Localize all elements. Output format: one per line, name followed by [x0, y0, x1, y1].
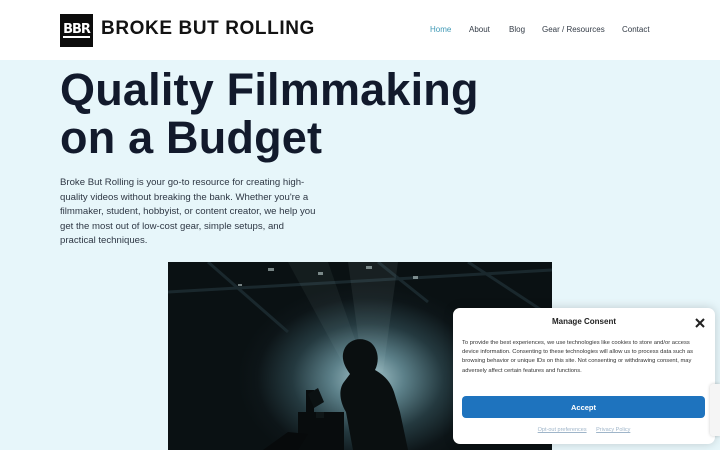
hero-title-line-1: Quality Filmmaking	[60, 64, 479, 115]
recaptcha-badge[interactable]	[710, 384, 720, 436]
consent-dialog: Manage Consent To provide the best exper…	[453, 308, 715, 444]
site-header: BBR BROKE BUT ROLLING Home About Blog Ge…	[0, 0, 720, 60]
consent-title: Manage Consent	[551, 317, 616, 326]
opt-out-link[interactable]: Opt-out preferences	[538, 427, 587, 433]
privacy-policy-link[interactable]: Privacy Policy	[596, 427, 630, 433]
nav-contact[interactable]: Contact	[622, 25, 650, 34]
close-icon[interactable]	[694, 316, 706, 328]
consent-links: Opt-out preferences Privacy Policy	[453, 427, 715, 433]
main-nav: Home About Blog Gear / Resources Contact	[0, 25, 720, 39]
hero-description: Broke But Rolling is your go-to resource…	[60, 177, 316, 246]
nav-blog[interactable]: Blog	[509, 25, 525, 34]
hero-title: Quality Filmmaking on a Budget	[60, 66, 530, 162]
nav-about[interactable]: About	[469, 25, 490, 34]
nav-home[interactable]: Home	[430, 25, 451, 34]
accept-button[interactable]: Accept	[462, 396, 705, 418]
consent-body: To provide the best experiences, we use …	[462, 340, 694, 374]
hero-title-line-2: on a Budget	[60, 112, 323, 163]
nav-gear-resources[interactable]: Gear / Resources	[542, 25, 605, 34]
